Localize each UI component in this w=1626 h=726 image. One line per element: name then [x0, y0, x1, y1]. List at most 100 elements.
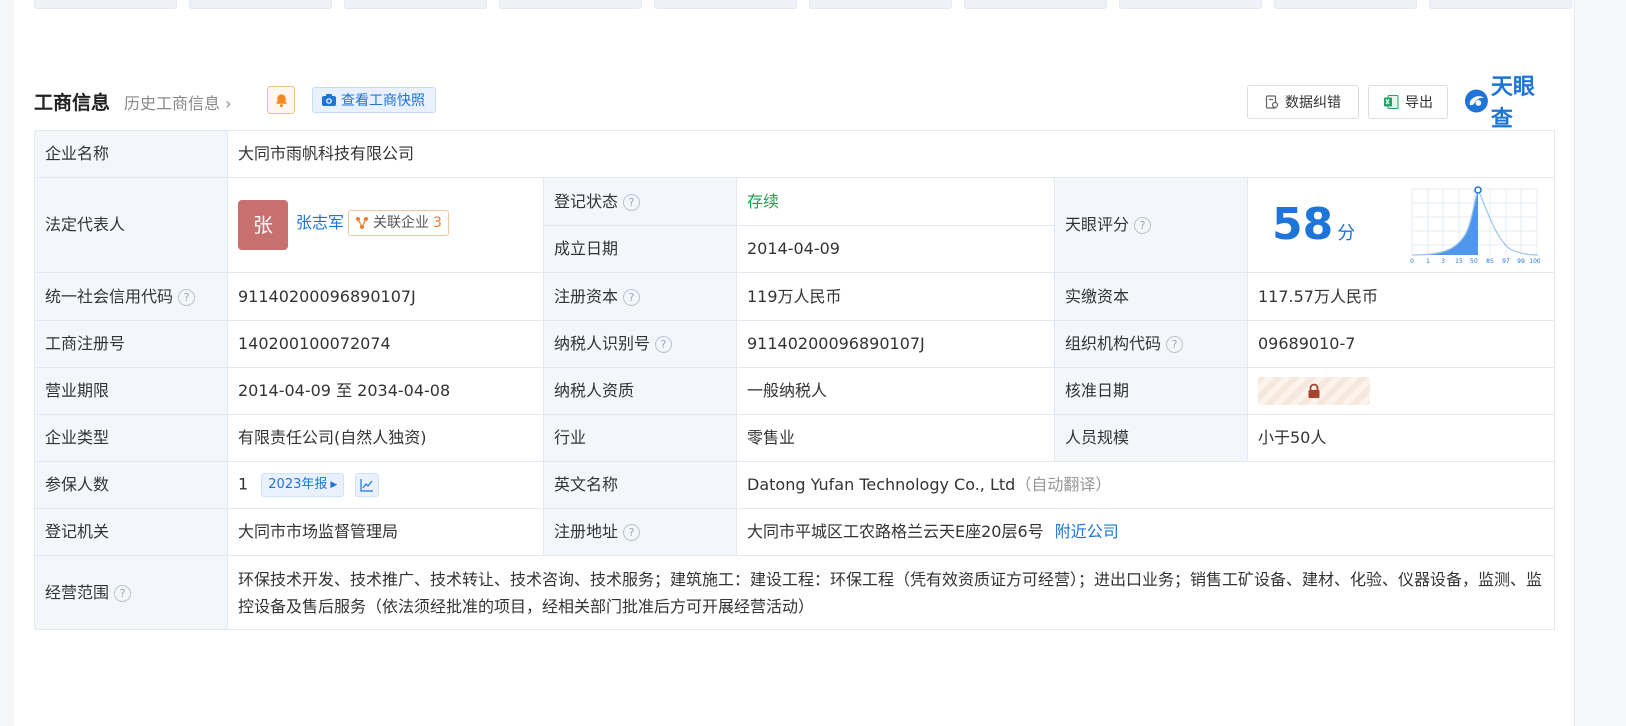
trend-chart-icon — [360, 479, 374, 492]
axis-tick: 99 — [1517, 258, 1525, 265]
address-cell: 大同市平城区工农路格兰云天E座20层6号 附近公司 — [735, 508, 1556, 556]
tab[interactable] — [809, 0, 952, 9]
scope-label-text: 经营范围 — [45, 582, 110, 602]
help-icon[interactable]: ? — [623, 193, 641, 211]
history-link-label: 历史工商信息 — [124, 94, 221, 113]
paid-capital-label: 实缴资本 — [1054, 272, 1248, 321]
tab[interactable] — [1274, 0, 1417, 9]
reg-status-label: 登记状态? — [543, 177, 737, 226]
table-row: 法定代表人 张 张志军 关联企业 3 登记状态? 存续 天眼评分? 58 分 0… — [34, 177, 1556, 273]
founded-label: 成立日期 — [543, 225, 737, 273]
help-icon[interactable]: ? — [623, 288, 641, 306]
help-icon[interactable]: ? — [178, 288, 196, 306]
staff-size-value: 小于50人 — [1246, 414, 1556, 462]
avatar[interactable]: 张 — [238, 200, 288, 250]
export-label: 导出 — [1405, 95, 1433, 111]
annual-report-button[interactable]: 2023年报 ▶ — [261, 473, 345, 497]
help-icon[interactable]: ? — [623, 524, 641, 541]
tab[interactable] — [1429, 0, 1572, 9]
help-icon[interactable]: ? — [1134, 217, 1152, 234]
reg-capital-label-text: 注册资本 — [554, 286, 619, 306]
help-icon[interactable]: ? — [1166, 336, 1184, 353]
locked-value-button[interactable] — [1258, 377, 1370, 405]
related-companies-button[interactable]: 关联企业 3 — [348, 210, 449, 236]
table-row: 营业期限 2014-04-09 至 2034-04-08 纳税人资质 一般纳税人… — [34, 367, 1556, 415]
founded-value: 2014-04-09 — [736, 225, 1055, 273]
score-label: 天眼评分? — [1054, 177, 1248, 273]
lock-icon — [1308, 383, 1320, 398]
subscribe-button[interactable] — [267, 86, 295, 114]
address-value: 大同市平城区工农路格兰云天E座20层6号 — [747, 522, 1044, 541]
authority-label: 登记机关 — [34, 508, 228, 556]
reg-status-value: 存续 — [736, 177, 1055, 226]
org-code-label-text: 组织机构代码 — [1065, 334, 1162, 353]
approval-date-label: 核准日期 — [1054, 367, 1248, 415]
network-icon — [356, 217, 369, 229]
credit-code-label-text: 统一社会信用代码 — [45, 286, 174, 306]
legal-rep-name-link[interactable]: 张志军 — [296, 212, 344, 234]
axis-tick: 15 — [1455, 258, 1463, 265]
staff-size-label: 人员规模 — [1054, 414, 1248, 462]
reg-capital-label: 注册资本? — [543, 272, 737, 321]
term-label: 营业期限 — [34, 367, 228, 415]
tab[interactable] — [499, 0, 642, 9]
export-button[interactable]: 导出 — [1368, 85, 1448, 119]
score-cell[interactable]: 58 分 0 1 3 15 50 85 97 99 100 — [1246, 177, 1556, 273]
insured-label: 参保人数 — [34, 461, 228, 509]
table-row: 工商注册号 140200100072074 纳税人识别号? 9114020009… — [34, 320, 1556, 368]
company-name-label: 企业名称 — [34, 130, 228, 178]
score-marker — [1474, 186, 1482, 194]
score-distribution-chart: 0 1 3 15 50 85 97 99 100 — [1410, 186, 1540, 265]
approval-date-cell — [1246, 367, 1556, 415]
table-row: 登记机关 大同市市场监督管理局 注册地址? 大同市平城区工农路格兰云天E座20层… — [34, 508, 1556, 556]
tab[interactable] — [189, 0, 332, 9]
taxpayer-qual-label: 纳税人资质 — [543, 367, 737, 415]
score-label-text: 天眼评分 — [1065, 215, 1130, 234]
taxpayer-id-label-text: 纳税人识别号 — [554, 334, 651, 353]
company-type-label: 企业类型 — [34, 414, 228, 462]
auto-translate-note: （自动翻译） — [1015, 475, 1112, 494]
english-name-cell: Datong Yufan Technology Co., Ltd（自动翻译） — [735, 461, 1556, 509]
chevron-right-icon: › — [225, 94, 232, 113]
reg-number-label: 工商注册号 — [34, 320, 228, 368]
tab[interactable] — [964, 0, 1107, 9]
authority-value: 大同市市场监督管理局 — [227, 508, 544, 556]
history-link[interactable]: 历史工商信息 › — [124, 90, 232, 114]
related-companies-count: 3 — [433, 215, 442, 231]
axis-tick: 50 — [1470, 258, 1478, 265]
credit-code-label: 统一社会信用代码? — [34, 272, 228, 321]
axis-tick: 1 — [1426, 258, 1430, 265]
help-icon[interactable]: ? — [114, 584, 132, 602]
excel-icon — [1384, 95, 1399, 109]
right-sidebar — [1574, 0, 1626, 726]
score-unit: 分 — [1337, 223, 1356, 244]
company-name-value: 大同市雨帆科技有限公司 — [226, 130, 1556, 178]
credit-code-value: 91140200096890107J — [227, 272, 544, 321]
table-row: 企业类型 有限责任公司(自然人独资) 行业 零售业 人员规模 小于50人 — [34, 414, 1556, 462]
address-label-text: 注册地址 — [554, 522, 619, 541]
industry-value: 零售业 — [736, 414, 1055, 462]
tab[interactable] — [34, 0, 177, 9]
english-name-label: 英文名称 — [543, 461, 737, 509]
axis-tick: 85 — [1486, 258, 1494, 265]
axis-tick: 0 — [1410, 258, 1414, 265]
industry-label: 行业 — [543, 414, 737, 462]
tab[interactable] — [654, 0, 797, 9]
reg-status-label-text: 登记状态 — [554, 191, 619, 211]
tianyancha-logo: 天眼查 — [1464, 75, 1554, 132]
org-code-label: 组织机构代码? — [1054, 320, 1248, 368]
table-row: 统一社会信用代码? 91140200096890107J 注册资本? 119万人… — [34, 272, 1556, 321]
legal-rep-cell: 张 张志军 关联企业 3 — [227, 177, 544, 273]
tab[interactable] — [1119, 0, 1262, 9]
edit-document-icon — [1265, 95, 1279, 109]
snapshot-button[interactable]: 查看工商快照 — [312, 87, 436, 113]
help-icon[interactable]: ? — [655, 336, 673, 353]
trend-chart-button[interactable] — [355, 473, 380, 497]
data-correction-button[interactable]: 数据纠错 — [1247, 85, 1359, 119]
tab[interactable] — [344, 0, 487, 9]
reg-capital-value: 119万人民币 — [736, 272, 1055, 321]
logo-mark-icon — [1464, 89, 1488, 113]
taxpayer-id-label: 纳税人识别号? — [543, 320, 737, 368]
nearby-companies-link[interactable]: 附近公司 — [1055, 522, 1119, 541]
tab-strip — [34, 0, 1572, 10]
